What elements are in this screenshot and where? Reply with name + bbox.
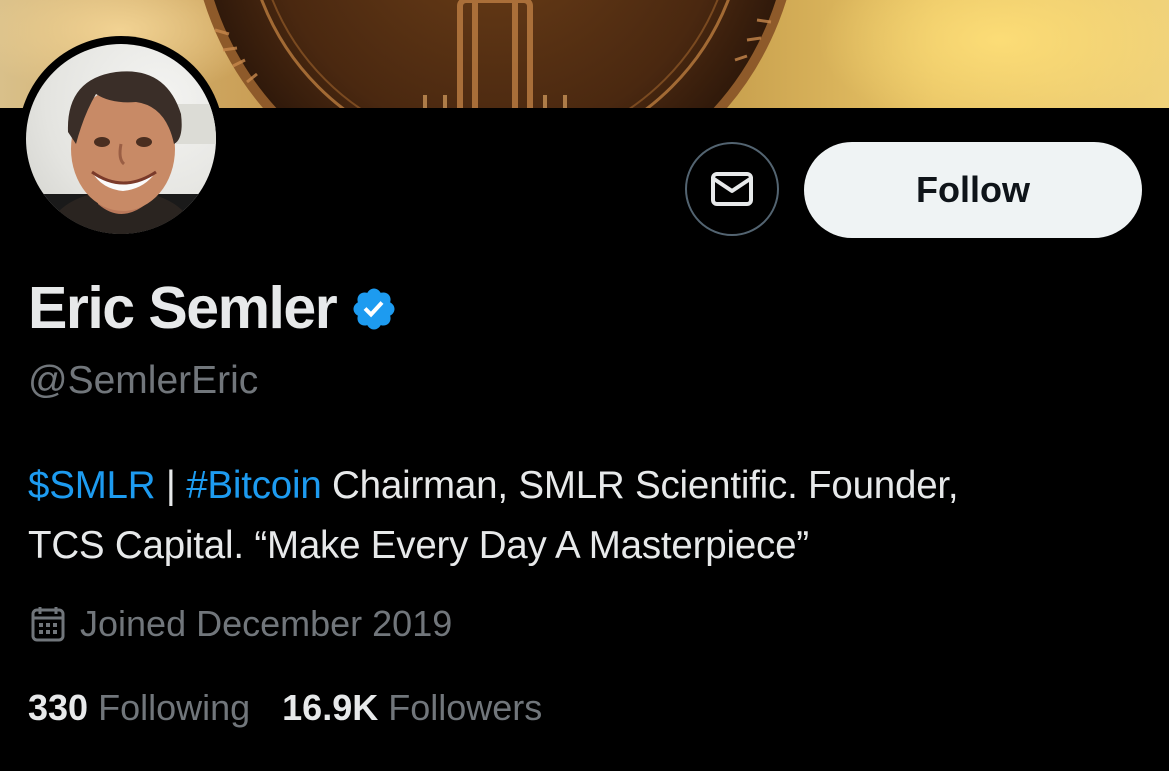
avatar-photo	[26, 44, 216, 234]
followers-label: Followers	[388, 687, 543, 728]
follow-button[interactable]: Follow	[804, 142, 1142, 238]
followers-count: 16.9K	[282, 687, 379, 728]
bio-line1-text: Chairman, SMLR Scientific. Founder,	[321, 464, 959, 507]
bitcoin-coin-image	[203, 0, 787, 108]
hashtag-link[interactable]: #Bitcoin	[186, 464, 322, 507]
joined-date: Joined December 2019	[30, 600, 452, 648]
envelope-icon	[711, 172, 753, 206]
bio-line2-text: TCS Capital. “Make Every Day A Masterpie…	[28, 524, 809, 567]
profile-avatar[interactable]	[18, 36, 224, 242]
cashtag-link[interactable]: $SMLR	[28, 464, 156, 507]
verified-badge-icon	[353, 288, 395, 330]
profile-handle: @SemlerEric	[28, 359, 259, 402]
calendar-icon	[31, 607, 65, 642]
display-name: Eric Semler	[28, 275, 338, 341]
following-label: Following	[98, 687, 251, 728]
followers-link[interactable]: 16.9K Followers	[282, 684, 542, 732]
bio-separator: |	[155, 464, 187, 507]
following-count: 330	[28, 687, 89, 728]
message-button[interactable]	[685, 142, 779, 236]
profile-bio: $SMLR | #Bitcoin Chairman, SMLR Scientif…	[28, 456, 1148, 576]
following-link[interactable]: 330 Following	[28, 684, 250, 732]
profile-name-row: Eric Semler	[28, 270, 398, 346]
follow-stats: 330 Following 16.9K Followers	[28, 684, 542, 732]
joined-text: Joined December 2019	[80, 603, 453, 644]
